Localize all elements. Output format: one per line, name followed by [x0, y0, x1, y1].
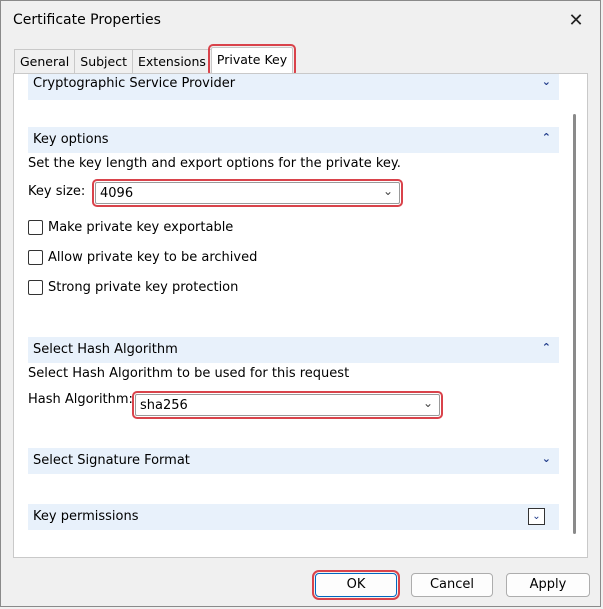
checkbox-strong-protection-label: Strong private key protection: [48, 280, 239, 295]
hash-algorithm-value: sha256: [140, 398, 188, 413]
dialog-window: Certificate Properties ✕ General Subject…: [0, 0, 601, 607]
hash-algorithm-select[interactable]: sha256 ⌄: [132, 391, 443, 419]
section-key-permissions[interactable]: Key permissions ⌄: [28, 504, 559, 530]
section-hash-algorithm[interactable]: Select Hash Algorithm ⌃: [28, 337, 559, 363]
chevron-down-icon: ⌄: [382, 184, 393, 198]
tab-strip: General Subject Extensions Private Key: [14, 44, 297, 77]
key-options-description: Set the key length and export options fo…: [28, 156, 401, 171]
checkbox-box[interactable]: [28, 220, 43, 235]
chevron-down-icon[interactable]: ⌄: [542, 452, 551, 465]
title-bar: Certificate Properties ✕: [1, 1, 600, 43]
scrollbar-thumb[interactable]: [573, 114, 576, 534]
chevron-down-icon[interactable]: ⌄: [528, 508, 545, 525]
key-size-value: 4096: [100, 186, 134, 201]
tab-subject[interactable]: Subject: [74, 49, 133, 73]
chevron-up-icon[interactable]: ⌃: [542, 131, 551, 144]
hash-description: Select Hash Algorithm to be used for thi…: [28, 366, 350, 381]
vertical-scrollbar[interactable]: [569, 74, 581, 557]
close-icon[interactable]: ✕: [562, 7, 590, 35]
checkbox-archived-label: Allow private key to be archived: [48, 250, 258, 265]
section-permissions-label: Key permissions: [33, 509, 139, 524]
section-hash-label: Select Hash Algorithm: [33, 342, 178, 357]
checkbox-exportable[interactable]: Make private key exportable: [28, 220, 233, 235]
section-signature-format[interactable]: Select Signature Format ⌄: [28, 448, 559, 474]
section-key-options[interactable]: Key options ⌃: [28, 127, 559, 153]
section-key-options-label: Key options: [33, 132, 109, 147]
checkbox-exportable-label: Make private key exportable: [48, 220, 234, 235]
key-size-select[interactable]: 4096 ⌄: [92, 179, 403, 207]
apply-button[interactable]: Apply: [506, 573, 590, 597]
chevron-up-icon[interactable]: ⌃: [542, 341, 551, 354]
tab-extensions[interactable]: Extensions: [132, 49, 212, 73]
window-title: Certificate Properties: [13, 12, 161, 28]
chevron-down-icon: ⌄: [422, 396, 433, 410]
private-key-panel: Cryptographic Service Provider ⌄ Key opt…: [13, 73, 588, 558]
section-csp[interactable]: Cryptographic Service Provider ⌄: [28, 74, 559, 100]
cancel-button[interactable]: Cancel: [411, 573, 493, 597]
chevron-down-icon[interactable]: ⌄: [542, 75, 551, 88]
tab-general[interactable]: General: [14, 49, 76, 73]
section-signature-label: Select Signature Format: [33, 453, 190, 468]
tab-private-key[interactable]: Private Key: [207, 44, 297, 77]
checkbox-box[interactable]: [28, 250, 43, 265]
checkbox-archived[interactable]: Allow private key to be archived: [28, 250, 257, 265]
hash-algorithm-label: Hash Algorithm:: [28, 392, 133, 407]
checkbox-strong-protection[interactable]: Strong private key protection: [28, 280, 238, 295]
key-size-label: Key size:: [28, 184, 86, 199]
checkbox-box[interactable]: [28, 280, 43, 295]
ok-button[interactable]: OK: [312, 570, 400, 600]
section-csp-label: Cryptographic Service Provider: [33, 76, 236, 91]
